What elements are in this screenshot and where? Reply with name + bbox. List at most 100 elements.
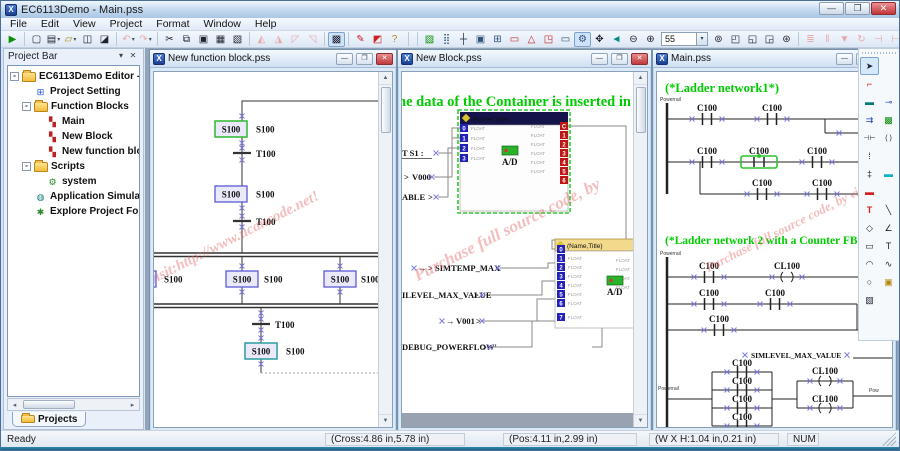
save-all-button[interactable]: ◪ [96,32,113,47]
scroll-thumb[interactable] [381,87,391,133]
scroll-down-icon[interactable]: ▼ [634,414,647,427]
scroll-up-icon[interactable]: ▲ [379,72,392,85]
ladder-contact[interactable]: C100 [725,376,760,396]
sfc-step-left[interactable]: S100 [154,271,183,287]
ladder-contact[interactable]: C100 [755,103,790,125]
connector-tool-button[interactable]: ⌐ [860,75,879,93]
zoom-select-button[interactable]: ⊚ [710,32,727,47]
rect2-button[interactable]: ▭ [557,32,574,47]
ladder-contact[interactable]: C100 [745,178,780,200]
menu-format[interactable]: Format [150,18,195,30]
scroll-up-icon[interactable]: ▲ [634,72,647,85]
menu-help[interactable]: Help [249,18,283,30]
panel-close-icon[interactable]: ✕ [127,51,139,62]
menu-view[interactable]: View [67,18,102,30]
io-label-v000[interactable]: V000 [412,172,431,182]
polyline-tool-button[interactable]: ∠ [879,219,898,237]
simulate-toggle-button[interactable]: ▩ [328,32,345,47]
anim-export-button[interactable]: ▼ [836,32,853,47]
sfc-step-bottom[interactable]: S100 S100 [245,343,305,359]
draw-rect-button[interactable]: ▭ [506,32,523,47]
sfc-transition-3[interactable]: T100 [275,320,295,330]
collapse-icon[interactable]: - [22,162,31,171]
zoom-in-button[interactable]: ⊕ [642,32,659,47]
zoom-width-button[interactable]: ◱ [744,32,761,47]
crosshair-button[interactable]: ┼ [455,32,472,47]
ladder-contact[interactable]: C100 [690,103,725,125]
copy-button[interactable]: ⧉ [178,32,195,47]
run-button[interactable]: ▶ [4,32,21,47]
step-back-button[interactable]: ⊣ [870,32,887,47]
scroll-right-icon[interactable]: ▸ [126,401,139,409]
sfc-step-center[interactable]: S100 S100 [226,271,283,287]
project-bar-header[interactable]: Project Bar ▾ ✕ [4,49,143,63]
flip-vertical-button[interactable]: ◭ [253,32,270,47]
menu-edit[interactable]: Edit [35,18,65,30]
panel-menu-icon[interactable]: ▾ [115,51,127,62]
cut-button[interactable]: ✂ [161,32,178,47]
branch-tool-button[interactable]: ⁞ [860,147,879,165]
ladder-coil[interactable]: CL100 [770,261,805,282]
grid-toggle-button[interactable]: ⣿ [438,32,455,47]
tree-horizontal-scrollbar[interactable]: ◂ ▸ [7,398,140,411]
vertical-scrollbar[interactable]: ▲ ▼ [633,72,647,427]
sfc-step-right[interactable]: S100 S100 [324,271,380,287]
maximize-button[interactable]: ❐ [845,2,870,15]
tab-projects[interactable]: Projects [12,412,86,427]
label-tool-button[interactable]: T [879,237,898,255]
close-button[interactable]: ✕ [871,2,896,15]
step-forward-button[interactable]: ⊢ [887,32,900,47]
child-title-bar[interactable]: X New function block.pss — ❐ ✕ [150,50,396,68]
collapse-icon[interactable]: - [10,72,19,81]
contact-tool-button[interactable]: ⊣⊢ [860,129,879,147]
child-minimize-button[interactable]: — [836,53,853,65]
rectangle-tool-button[interactable]: ▭ [860,237,879,255]
ladder-contact[interactable]: C100 [805,178,840,200]
vertical-scrollbar[interactable]: ▲ ▼ [378,72,392,427]
pen-button[interactable]: ✎ [352,32,369,47]
menu-window[interactable]: Window [198,18,247,30]
zoom-fit-button[interactable]: ◰ [727,32,744,47]
tree-item-main[interactable]: ▚ Main [8,114,139,129]
sfc-step-1[interactable]: S100 S100 [215,121,275,137]
select-rect-button[interactable]: ▣ [472,32,489,47]
io-label-simtemp[interactable]: SIMTEMP_MAX [435,263,501,273]
title-bar[interactable]: X EC6113Demo - Main.pss — ❐ ✕ [1,1,899,18]
child-minimize-button[interactable]: — [591,53,608,65]
palette-grip[interactable] [862,51,896,56]
zoom-caret-icon[interactable]: ▾ [697,32,708,46]
coil-tool-button[interactable]: ( ) [879,129,898,147]
settings-toggle-button[interactable]: ⚙ [574,32,591,47]
node-edit-button[interactable]: ◩ [369,32,386,47]
scroll-left-icon[interactable]: ◂ [8,401,21,409]
scroll-thumb[interactable] [636,87,646,133]
polygon-tool-button[interactable]: ◇ [860,219,879,237]
child-maximize-button[interactable]: ❐ [611,53,628,65]
jump-tool-button[interactable]: ⇉ [860,111,879,129]
zoom-prev-button[interactable]: ◄ [608,32,625,47]
fbd-block-1[interactable]: (Name,Title) 0 1 2 3 FLOATFLOAT FLOATFLO… [458,110,570,213]
rotate-left-button[interactable]: ◸ [287,32,304,47]
zoom-combo[interactable]: 55 ▾ [661,32,708,46]
fbd-canvas[interactable]: he data of the Container is inserted in … [401,71,648,428]
io-label-able[interactable]: ABLE [402,192,425,202]
pan-button[interactable]: ✥ [591,32,608,47]
function-block-tool-button[interactable]: ▩ [879,111,898,129]
scroll-thumb[interactable] [23,400,75,409]
sfc-transition-1[interactable]: T100 [256,149,276,159]
open-button[interactable]: ▱▾ [62,32,79,47]
tree-item-project-setting[interactable]: ⊞ Project Setting [8,84,139,99]
new-template-button[interactable]: ▤▾ [45,32,62,47]
ladder-contact[interactable]: C100 [800,146,835,168]
zoom-custom-button[interactable]: ⊛ [778,32,795,47]
chart-button[interactable]: ▨ [421,32,438,47]
help-button[interactable]: ? [386,32,403,47]
paste-button[interactable]: ▣ [195,32,212,47]
tree-item-root[interactable]: - EC6113Demo Editor -- ecc [8,69,139,84]
io-label-v001[interactable]: V001 [456,316,475,326]
print-button[interactable]: ▦ [212,32,229,47]
scroll-down-icon[interactable]: ▼ [379,414,392,427]
ladder-contact[interactable]: C100 [690,146,725,168]
child-title-bar[interactable]: X New Block.pss — ❐ ✕ [398,50,651,68]
sfc-transition-2[interactable]: T100 [256,217,276,227]
